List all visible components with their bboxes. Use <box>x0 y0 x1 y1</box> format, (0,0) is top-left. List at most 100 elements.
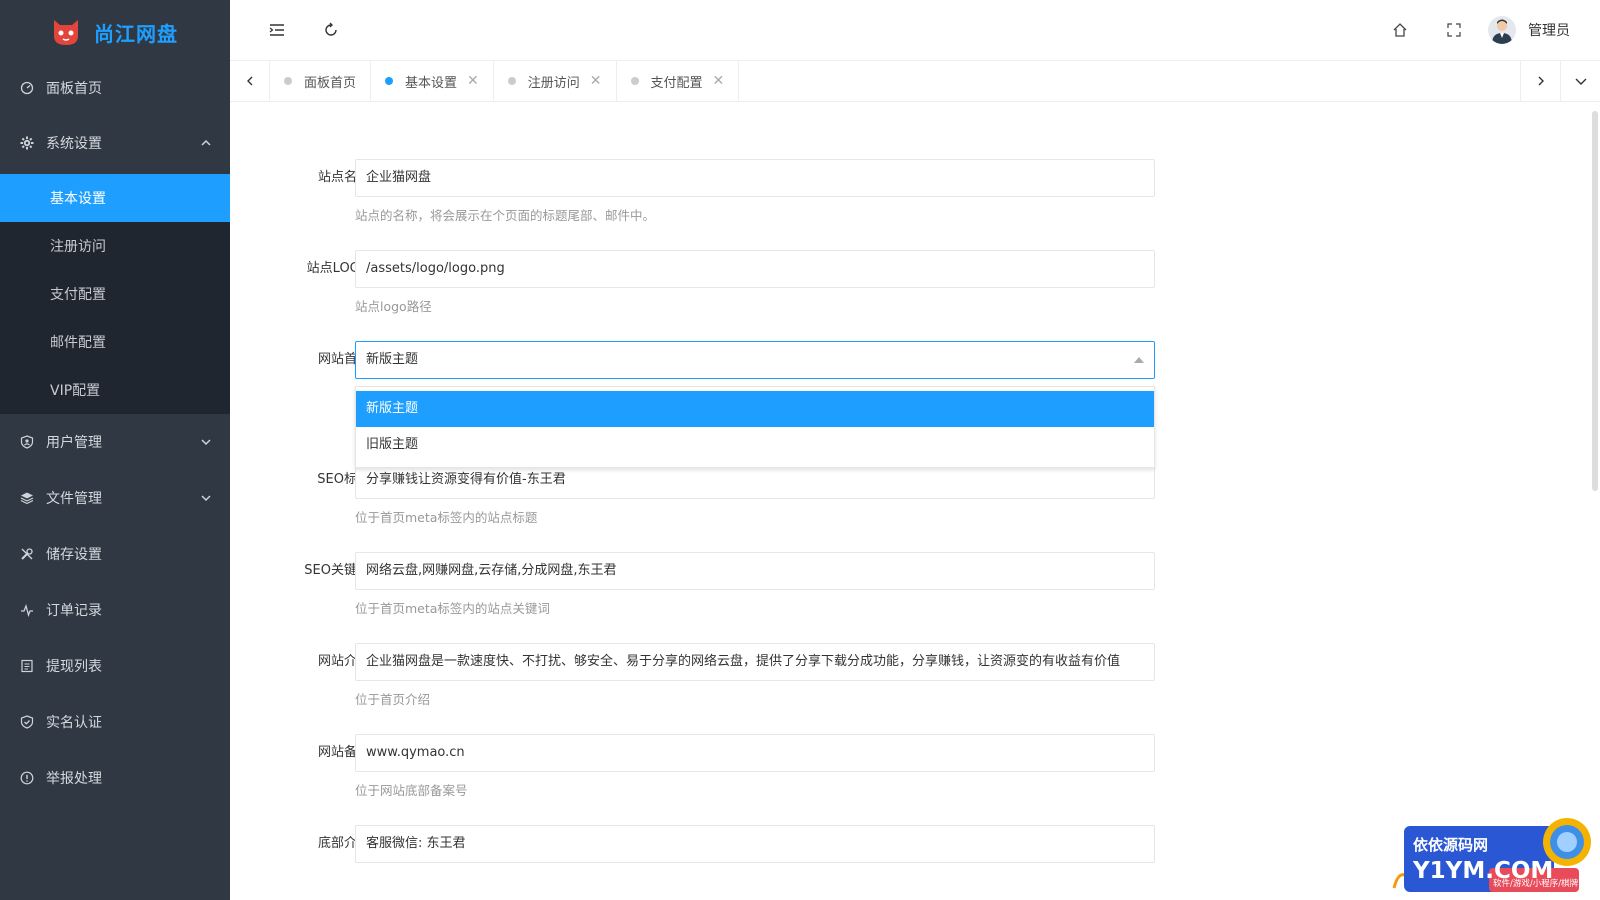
tab-scroll-right-button[interactable] <box>1520 61 1560 101</box>
icp-help: 位于网站底部备案号 <box>355 783 468 798</box>
chevron-up-icon <box>201 139 211 146</box>
site-name-label: 站点名称 <box>317 170 370 185</box>
tab-label: 面板首页 <box>304 75 357 91</box>
tab-status-dot <box>385 77 394 85</box>
tab-bar: 面板首页 基本设置 ✕ 注册访问 ✕ 支付配置 ✕ <box>230 60 1600 102</box>
chevron-down-icon <box>201 439 211 446</box>
seo-title-label: SEO标题 <box>317 472 370 487</box>
top-header: 管理员 <box>230 0 1600 60</box>
scrollbar[interactable] <box>1592 111 1598 491</box>
sidebar-item-order-records[interactable]: 订单记录 <box>0 582 230 638</box>
seo-keywords-label: SEO关键词 <box>304 563 370 578</box>
svg-text:依依源码网: 依依源码网 <box>1413 836 1488 854</box>
tab-basic-settings[interactable]: 基本设置 ✕ <box>371 61 494 101</box>
chevron-down-icon <box>201 495 211 502</box>
menu-fold-icon <box>269 24 284 36</box>
list-doc-icon <box>20 659 34 673</box>
sidebar-item-dashboard[interactable]: 面板首页 <box>0 64 230 112</box>
user-shield-icon <box>20 435 34 449</box>
submenu-system-settings: 基本设置 注册访问 支付配置 邮件配置 VIP配置 <box>0 174 230 414</box>
chevron-down-icon <box>1575 78 1586 85</box>
seo-keywords-help: 位于首页meta标签内的站点关键词 <box>355 601 550 616</box>
home-button[interactable] <box>1380 10 1420 50</box>
footer-input[interactable]: 客服微信: 东王君 <box>355 825 1155 863</box>
tab-label: 基本设置 <box>405 75 458 91</box>
sidebar-item-system-settings[interactable]: 系统设置 <box>0 112 230 174</box>
sidebar-subitem-vip-config[interactable]: VIP配置 <box>0 366 230 414</box>
sidebar-item-label: 提现列表 <box>46 659 102 675</box>
tools-icon <box>20 547 34 561</box>
refresh-button[interactable] <box>311 10 351 50</box>
close-icon[interactable]: ✕ <box>467 73 479 89</box>
intro-input[interactable]: 企业猫网盘是一款速度快、不打扰、够安全、易于分享的网络云盘，提供了分享下载分成功… <box>355 643 1155 681</box>
icp-input[interactable]: www.qymao.cn <box>355 734 1155 772</box>
site-name-input[interactable]: 企业猫网盘 <box>355 159 1155 197</box>
sidebar-item-label: 用户管理 <box>46 435 102 451</box>
seo-keywords-input[interactable]: 网络云盘,网赚网盘,云存储,分成网盘,东王君 <box>355 552 1155 590</box>
tab-status-dot <box>507 77 516 85</box>
intro-help: 位于首页介绍 <box>355 692 431 707</box>
layers-icon <box>20 491 34 505</box>
pulse-icon <box>20 603 34 617</box>
homepage-option-old-theme[interactable]: 旧版主题 <box>356 427 1154 463</box>
home-icon <box>1393 23 1407 37</box>
homepage-select-value: 新版主题 <box>366 352 419 367</box>
chevron-right-icon <box>1538 76 1544 86</box>
site-logo-help: 站点logo路径 <box>355 299 432 314</box>
intro-label: 网站介绍 <box>317 654 370 669</box>
sidebar-subitem-basic-settings[interactable]: 基本设置 <box>0 174 230 222</box>
gear-icon <box>20 136 34 150</box>
tab-register-access[interactable]: 注册访问 ✕ <box>494 61 617 101</box>
homepage-option-new-theme[interactable]: 新版主题 <box>356 391 1154 427</box>
sidebar-item-report-handling[interactable]: 举报处理 <box>0 750 230 806</box>
sidebar-item-label: 储存设置 <box>46 547 102 563</box>
close-icon[interactable]: ✕ <box>713 73 725 89</box>
tab-dashboard[interactable]: 面板首页 <box>270 61 372 101</box>
sidebar-item-label: 系统设置 <box>46 136 102 152</box>
sidebar-item-label: 订单记录 <box>46 603 102 619</box>
site-logo-label: 站点LOGO <box>306 261 370 276</box>
tab-label: 注册访问 <box>527 75 580 91</box>
sidebar-subitem-mail-config[interactable]: 邮件配置 <box>0 318 230 366</box>
sidebar-item-label: 实名认证 <box>46 715 102 731</box>
tab-label: 支付配置 <box>650 75 703 91</box>
fullscreen-button[interactable] <box>1434 10 1474 50</box>
homepage-dropdown: 新版主题 旧版主题 <box>355 386 1155 468</box>
sidebar-item-label: 面板首页 <box>46 81 102 97</box>
tab-status-dot <box>630 77 639 85</box>
tab-scroll-left-button[interactable] <box>230 61 270 101</box>
sidebar-item-file-management[interactable]: 文件管理 <box>0 470 230 526</box>
sidebar-item-user-management[interactable]: 用户管理 <box>0 414 230 470</box>
sidebar-item-storage-settings[interactable]: 储存设置 <box>0 526 230 582</box>
chevron-left-icon <box>246 76 252 86</box>
shield-check-icon <box>20 715 34 729</box>
sidebar-item-label: 文件管理 <box>46 491 102 507</box>
watermark-logo: 依依源码网 Y1YM.COM 软件/游戏/小程序/棋牌 <box>1392 818 1591 892</box>
sidebar-subitem-payment-config[interactable]: 支付配置 <box>0 270 230 318</box>
dashboard-icon <box>20 81 34 95</box>
sidebar-subitem-register-access[interactable]: 注册访问 <box>0 222 230 270</box>
site-name-help: 站点的名称，将会展示在个页面的标题尾部、邮件中。 <box>355 208 656 223</box>
settings-form: 站点名称 企业猫网盘 站点的名称，将会展示在个页面的标题尾部、邮件中。 站点LO… <box>230 103 1600 900</box>
sidebar-item-withdraw-list[interactable]: 提现列表 <box>0 638 230 694</box>
homepage-label: 网站首页 <box>317 352 370 367</box>
tab-payment-config[interactable]: 支付配置 ✕ <box>617 61 740 101</box>
sidebar-item-real-name-auth[interactable]: 实名认证 <box>0 694 230 750</box>
tab-menu-button[interactable] <box>1560 61 1600 101</box>
caret-up-icon <box>1134 357 1144 363</box>
avatar[interactable] <box>1488 16 1516 44</box>
fullscreen-icon <box>1447 23 1461 37</box>
info-circle-icon <box>20 771 34 785</box>
icp-label: 网站备案 <box>317 745 370 760</box>
app-logo[interactable]: 尚江网盘 <box>0 0 230 64</box>
tab-status-dot <box>284 77 292 85</box>
admin-name[interactable]: 管理员 <box>1528 20 1570 40</box>
homepage-select[interactable]: 新版主题 <box>355 341 1155 379</box>
close-icon[interactable]: ✕ <box>590 73 602 89</box>
menu-toggle-button[interactable] <box>257 10 297 50</box>
site-logo-input[interactable]: /assets/logo/logo.png <box>355 250 1155 288</box>
cat-logo-icon <box>54 20 78 45</box>
app-name: 尚江网盘 <box>94 21 178 46</box>
footer-label: 底部介绍 <box>317 836 370 851</box>
seo-title-help: 位于首页meta标签内的站点标题 <box>355 510 538 525</box>
